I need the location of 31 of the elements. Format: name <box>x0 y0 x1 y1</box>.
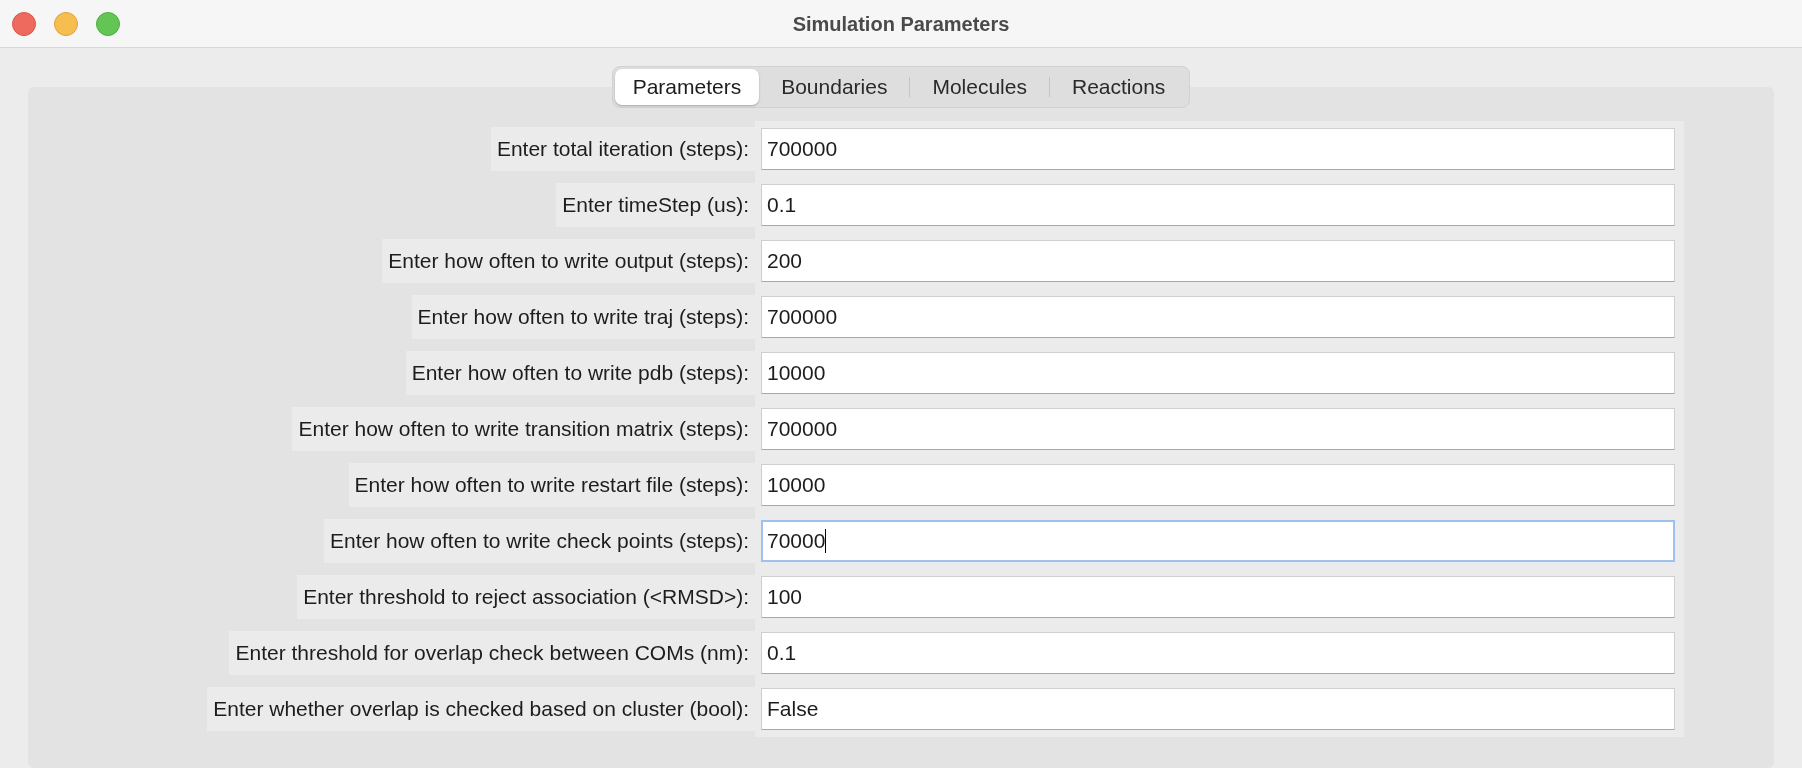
input-field[interactable]: 700000 <box>761 296 1675 338</box>
input-field[interactable]: False <box>761 688 1675 730</box>
tab[interactable]: Reactions <box>1049 69 1188 105</box>
input-field[interactable]: 700000 <box>761 128 1675 170</box>
field-label: Enter how often to write pdb (steps): <box>405 351 755 395</box>
field-label: Enter how often to write restart file (steps): <box>348 463 755 507</box>
close-button[interactable] <box>12 12 36 36</box>
window-title: Simulation Parameters <box>792 11 1010 37</box>
input-field[interactable]: 10000 <box>761 352 1675 394</box>
input-field[interactable]: 200 <box>761 240 1675 282</box>
text-cursor <box>825 529 827 553</box>
zoom-button[interactable] <box>96 12 120 36</box>
field-label: Enter total iteration (steps): <box>490 127 755 171</box>
field-label: Enter timeStep (us): <box>556 183 755 227</box>
field-label: Enter whether overlap is checked based on cluster (bool): <box>207 687 755 731</box>
input-field[interactable]: 700000 <box>761 408 1675 450</box>
tab[interactable]: Boundaries <box>759 69 910 105</box>
field-label: Enter threshold for overlap check between COMs (nm): <box>229 631 755 675</box>
tab[interactable]: Molecules <box>910 69 1049 105</box>
input-field[interactable]: 70000 <box>761 520 1675 562</box>
input-field[interactable]: 0.1 <box>761 632 1675 674</box>
field-label: Enter threshold to reject association (<RMSD>): <box>297 575 755 619</box>
tab[interactable]: Parameters <box>614 69 760 105</box>
field-label: Enter how often to write traj (steps): <box>411 295 755 339</box>
input-field[interactable]: 100 <box>761 576 1675 618</box>
field-label: Enter how often to write output (steps): <box>382 239 755 283</box>
minimize-button[interactable] <box>54 12 78 36</box>
input-field[interactable]: 10000 <box>761 464 1675 506</box>
field-label: Enter how often to write check points (steps): <box>323 519 755 563</box>
field-label: Enter how often to write transition matrix (steps): <box>292 407 755 451</box>
input-field[interactable]: 0.1 <box>761 184 1675 226</box>
